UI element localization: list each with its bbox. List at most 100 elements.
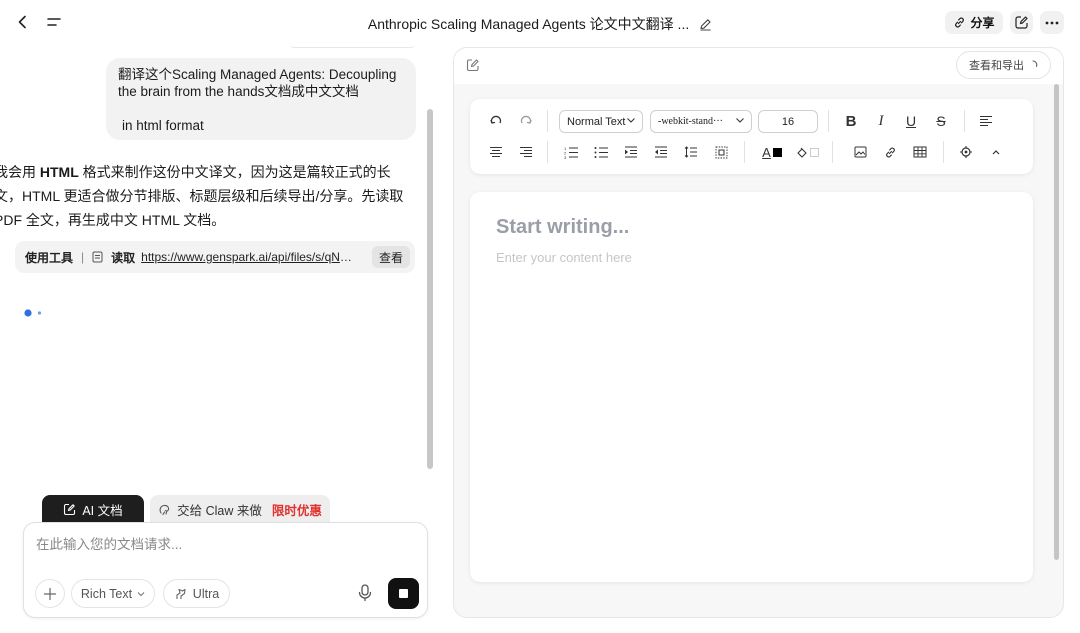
formatting-toolbar: Normal Text -webkit-stand··· 16 B I U S … xyxy=(470,99,1033,174)
toolbar-divider xyxy=(832,141,833,163)
format-select-label: Rich Text xyxy=(80,586,133,601)
line-height-icon[interactable] xyxy=(680,141,702,163)
undo-icon[interactable] xyxy=(485,110,507,132)
file-icon xyxy=(92,251,103,263)
user-message-line: in html format xyxy=(122,118,204,133)
plus-icon xyxy=(43,587,57,600)
document-title-placeholder[interactable]: Start writing... xyxy=(496,216,629,239)
outdent-icon[interactable] xyxy=(650,141,672,163)
composer: Rich Text Ultra xyxy=(23,522,428,618)
tool-url-link[interactable]: https://www.genspark.ai/api/files/s/qNnZ… xyxy=(141,250,357,264)
font-size-value: 16 xyxy=(781,115,795,128)
toolbar-divider xyxy=(943,141,944,163)
loading-indicator xyxy=(24,309,44,317)
claw-icon xyxy=(159,504,170,515)
assistant-message-line: 文，HTML 更适合做分节排版、标题层级和后续导出/分享。先读取 xyxy=(0,188,404,204)
align-left-icon[interactable] xyxy=(975,110,997,132)
user-message: 翻译这个Scaling Managed Agents: Decoupling t… xyxy=(106,58,416,140)
spinner-icon xyxy=(1032,60,1038,68)
highlight-color-swatch xyxy=(809,147,819,157)
highlight-color-button[interactable] xyxy=(792,141,822,163)
font-family-select[interactable]: -webkit-stand··· xyxy=(650,110,752,133)
ultra-icon xyxy=(176,588,186,599)
block-format-icon[interactable] xyxy=(710,141,732,163)
document-request-input[interactable] xyxy=(36,537,416,552)
align-center-icon[interactable] xyxy=(485,141,507,163)
insert-image-icon[interactable] xyxy=(849,141,871,163)
text-color-button[interactable]: A xyxy=(757,141,787,163)
tab-ai-doc-label: AI 文档 xyxy=(82,503,123,518)
stop-icon xyxy=(399,589,408,598)
collapse-toolbar-icon[interactable] xyxy=(985,141,1007,163)
doc-edit-icon xyxy=(64,503,76,515)
bold-button[interactable]: B xyxy=(840,110,862,132)
promo-badge: 限时优惠 xyxy=(271,503,322,518)
target-icon[interactable] xyxy=(955,141,977,163)
link-icon xyxy=(955,17,965,28)
bullet-list-icon[interactable] xyxy=(590,141,612,163)
view-button[interactable]: 查看 xyxy=(372,246,410,268)
share-button[interactable]: 分享 xyxy=(945,11,1003,34)
tool-separator: | xyxy=(81,250,85,264)
numbered-list-icon[interactable]: 123 xyxy=(560,141,582,163)
underline-button[interactable]: U xyxy=(900,110,922,132)
document-canvas[interactable]: Start writing... Enter your content here xyxy=(470,192,1033,582)
chat-scrollbar-thumb[interactable] xyxy=(427,109,433,469)
chat-scrollbar[interactable] xyxy=(425,44,437,470)
assistant-message: 我会用 HTML 格式来制作这份中文译文，因为这是篇较正式的长 文，HTML 更… xyxy=(0,160,424,232)
paint-bucket-icon xyxy=(796,147,807,158)
tab-claw[interactable]: 交给 Claw 来做 限时优惠 xyxy=(150,495,330,523)
text-color-swatch xyxy=(772,147,782,157)
toolbar-divider xyxy=(744,141,745,163)
text-color-letter: A xyxy=(762,144,771,160)
assistant-message-line: 我会用 HTML 格式来制作这份中文译文，因为这是篇较正式的长 xyxy=(0,160,424,184)
editor-header: 查看和导出 xyxy=(454,48,1063,84)
format-select[interactable]: Rich Text xyxy=(71,579,155,608)
paragraph-style-label: Normal Text xyxy=(567,115,626,128)
view-export-button[interactable]: 查看和导出 xyxy=(956,51,1051,79)
redo-icon[interactable] xyxy=(515,110,537,132)
tool-action: 读取 xyxy=(111,250,136,265)
reply-bold-text: HTML xyxy=(39,164,79,180)
new-doc-button[interactable] xyxy=(1010,11,1033,34)
reply-text: 我会用 xyxy=(0,164,36,180)
model-select[interactable]: Ultra xyxy=(163,579,230,608)
previous-message-edge xyxy=(290,44,415,48)
stop-button[interactable] xyxy=(388,578,419,609)
share-label: 分享 xyxy=(970,16,995,30)
tool-label: 使用工具 xyxy=(25,250,74,265)
tab-ai-doc[interactable]: AI 文档 xyxy=(42,495,144,523)
toolbar-divider xyxy=(964,110,965,132)
font-size-input[interactable]: 16 xyxy=(758,110,818,133)
editor-panel: 查看和导出 Normal Text -webkit-stand··· 16 B … xyxy=(453,47,1064,618)
add-attachment-button[interactable] xyxy=(35,579,65,608)
top-bar: Anthropic Scaling Managed Agents 论文中文翻译 … xyxy=(0,0,1080,44)
microphone-icon[interactable] xyxy=(358,584,372,602)
edit-title-icon[interactable] xyxy=(699,18,712,31)
model-select-label: Ultra xyxy=(192,586,220,601)
tool-call-row: 使用工具 | 读取 https://www.genspark.ai/api/fi… xyxy=(15,241,415,273)
toolbar-divider xyxy=(828,110,829,132)
align-right-icon[interactable] xyxy=(515,141,537,163)
edit-note-icon[interactable] xyxy=(466,58,480,72)
more-button[interactable] xyxy=(1040,11,1064,34)
insert-table-icon[interactable] xyxy=(909,141,931,163)
insert-link-icon[interactable] xyxy=(879,141,901,163)
document-body-placeholder[interactable]: Enter your content here xyxy=(496,250,632,265)
italic-button[interactable]: I xyxy=(870,110,892,132)
assistant-message-line: PDF 全文，再生成中文 HTML 文档。 xyxy=(0,212,226,228)
svg-text:3: 3 xyxy=(564,155,567,159)
user-message-line: the brain from the hands文档成中文文档 xyxy=(118,84,359,99)
editor-scrollbar-thumb[interactable] xyxy=(1054,84,1059,560)
indent-icon[interactable] xyxy=(620,141,642,163)
user-message-line: 翻译这个Scaling Managed Agents: Decoupling xyxy=(118,67,397,82)
chat-history[interactable]: 翻译这个Scaling Managed Agents: Decoupling t… xyxy=(0,44,437,469)
tab-claw-label: 交给 Claw 来做 xyxy=(177,503,262,518)
font-family-label: -webkit-stand··· xyxy=(658,116,723,127)
view-export-label: 查看和导出 xyxy=(969,60,1024,72)
strikethrough-button[interactable]: S xyxy=(930,110,952,132)
paragraph-style-select[interactable]: Normal Text xyxy=(559,110,643,133)
editor-scrollbar[interactable] xyxy=(1053,84,1061,560)
chevron-down-icon xyxy=(736,118,744,123)
title-text: Anthropic Scaling Managed Agents 论文中文翻译 … xyxy=(367,16,690,32)
